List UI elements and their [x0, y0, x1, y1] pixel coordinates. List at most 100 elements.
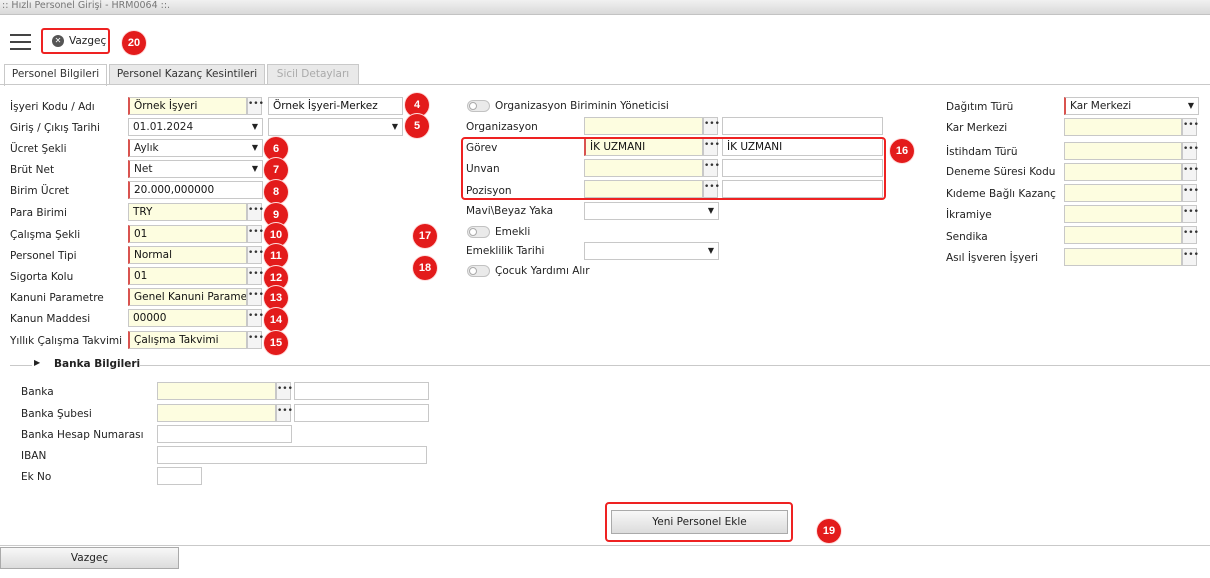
hesap-no-label: Banka Hesap Numarası: [21, 429, 144, 441]
personel-tipi-lookup-button[interactable]: •••: [247, 246, 264, 264]
calisma-sekli-input[interactable]: 01: [128, 225, 247, 243]
badge-18: 18: [413, 256, 437, 280]
pozisyon-label: Pozisyon: [466, 185, 512, 197]
chevron-down-icon: ▼: [707, 206, 714, 215]
yillik-takvim-lookup-button[interactable]: •••: [247, 331, 264, 349]
calisma-sekli-label: Çalışma Şekli: [10, 229, 81, 241]
giris-date-picker[interactable]: 01.01.2024 ▼: [128, 118, 263, 136]
gorev-input[interactable]: İK UZMANI: [584, 138, 703, 156]
banka-subesi-lookup-button[interactable]: •••: [276, 404, 293, 422]
org-yonetici-toggle[interactable]: [467, 100, 490, 112]
footer-bar: [0, 545, 1210, 578]
kar-merkezi-input[interactable]: [1064, 118, 1182, 136]
sigorta-kolu-lookup-button[interactable]: •••: [247, 267, 264, 285]
organizasyon-label: Organizasyon: [466, 121, 538, 133]
gorev-lookup-button[interactable]: •••: [703, 138, 720, 156]
hamburger-menu-icon[interactable]: [10, 34, 31, 50]
ek-no-label: Ek No: [21, 471, 52, 483]
brut-net-value: Net: [134, 163, 153, 175]
kanun-maddesi-input[interactable]: 00000: [128, 309, 247, 327]
tab-personel-bilgileri[interactable]: Personel Bilgileri: [4, 64, 107, 86]
emeklilik-tarihi-picker[interactable]: ▼: [584, 242, 719, 260]
banka-subesi-input[interactable]: [157, 404, 276, 422]
birim-ucret-input[interactable]: 20.000,000000: [128, 181, 263, 199]
isyeri-name-field: Örnek İşyeri-Merkez: [268, 97, 403, 115]
cikis-date-picker[interactable]: ▼: [268, 118, 403, 136]
yillik-takvim-input[interactable]: Çalışma Takvimi: [128, 331, 247, 349]
asil-isveren-input[interactable]: [1064, 248, 1182, 266]
unvan-label: Unvan: [466, 163, 500, 175]
banka-lookup-button[interactable]: •••: [276, 382, 293, 400]
badge-8: 8: [264, 180, 288, 204]
chevron-down-icon: ▼: [251, 164, 258, 173]
ucret-sekli-value: Aylık: [134, 142, 159, 154]
ikramiye-input[interactable]: [1064, 205, 1182, 223]
dagitim-select[interactable]: Kar Merkezi ▼: [1064, 97, 1199, 115]
add-personel-button[interactable]: Yeni Personel Ekle: [611, 510, 788, 534]
sendika-label: Sendika: [946, 231, 988, 243]
istihdam-input[interactable]: [1064, 142, 1182, 160]
yillik-takvim-label: Yıllık Çalışma Takvimi: [10, 335, 123, 347]
section-divider-left: [10, 365, 32, 366]
deneme-lookup-button[interactable]: •••: [1182, 163, 1199, 181]
para-birimi-input[interactable]: TRY: [128, 203, 247, 221]
badge-17: 17: [413, 224, 437, 248]
kar-merkezi-lookup-button[interactable]: •••: [1182, 118, 1199, 136]
sendika-lookup-button[interactable]: •••: [1182, 226, 1199, 244]
ucret-sekli-label: Ücret Şekli: [10, 143, 67, 155]
istihdam-lookup-button[interactable]: •••: [1182, 142, 1199, 160]
ikramiye-label: İkramiye: [946, 209, 992, 221]
kanuni-parametre-label: Kanuni Parametre: [10, 292, 104, 304]
ucret-sekli-select[interactable]: Aylık ▼: [128, 139, 263, 157]
isyeri-lookup-button[interactable]: •••: [247, 97, 264, 115]
emekli-toggle[interactable]: [467, 226, 490, 238]
organizasyon-lookup-button[interactable]: •••: [703, 117, 720, 135]
kideme-input[interactable]: [1064, 184, 1182, 202]
brut-net-select[interactable]: Net ▼: [128, 160, 263, 178]
collapse-triangle-icon[interactable]: ▶: [34, 358, 40, 367]
ikramiye-lookup-button[interactable]: •••: [1182, 205, 1199, 223]
banka-input[interactable]: [157, 382, 276, 400]
sendika-input[interactable]: [1064, 226, 1182, 244]
kideme-label: Kıdeme Bağlı Kazanç: [946, 188, 1056, 200]
ek-no-input[interactable]: [157, 467, 202, 485]
deneme-input[interactable]: [1064, 163, 1182, 181]
personel-tipi-label: Personel Tipi: [10, 250, 77, 262]
unvan-lookup-button[interactable]: •••: [703, 159, 720, 177]
tab-sicil-detaylari: Sicil Detayları: [267, 64, 359, 85]
sigorta-kolu-input[interactable]: 01: [128, 267, 247, 285]
iban-input[interactable]: [157, 446, 427, 464]
gorev-label: Görev: [466, 142, 498, 154]
cocuk-yardimi-toggle[interactable]: [467, 265, 490, 277]
para-birimi-lookup-button[interactable]: •••: [247, 203, 264, 221]
organizasyon-name-field: [722, 117, 883, 135]
hesap-no-input[interactable]: [157, 425, 292, 443]
badge-11: 11: [264, 244, 288, 268]
unvan-input[interactable]: [584, 159, 703, 177]
kanun-maddesi-lookup-button[interactable]: •••: [247, 309, 264, 327]
personel-tipi-input[interactable]: Normal: [128, 246, 247, 264]
pozisyon-input[interactable]: [584, 180, 703, 198]
giris-date-value: 01.01.2024: [133, 121, 194, 133]
dagitim-label: Dağıtım Türü: [946, 101, 1014, 113]
tab-personel-kazanc-kesintileri[interactable]: Personel Kazanç Kesintileri: [109, 64, 265, 85]
kanuni-parametre-input[interactable]: Genel Kanuni Parametre: [128, 288, 247, 306]
isyeri-code-input[interactable]: Örnek İşyeri: [128, 97, 247, 115]
giris-label: Giriş / Çıkış Tarihi: [10, 122, 100, 134]
badge-5: 5: [405, 114, 429, 138]
footer-cancel-button[interactable]: Vazgeç: [0, 547, 179, 569]
cancel-button[interactable]: ✕ Vazgeç: [41, 28, 110, 54]
organizasyon-input[interactable]: [584, 117, 703, 135]
tab-divider: [0, 84, 1210, 85]
banka-name-field: [294, 382, 429, 400]
cancel-button-label: Vazgeç: [69, 35, 107, 47]
badge-14: 14: [264, 308, 288, 332]
mavi-beyaz-select[interactable]: ▼: [584, 202, 719, 220]
badge-20: 20: [122, 31, 146, 55]
pozisyon-lookup-button[interactable]: •••: [703, 180, 720, 198]
asil-isveren-label: Asıl İşveren İşyeri: [946, 252, 1039, 264]
calisma-sekli-lookup-button[interactable]: •••: [247, 225, 264, 243]
kanuni-parametre-lookup-button[interactable]: •••: [247, 288, 264, 306]
kideme-lookup-button[interactable]: •••: [1182, 184, 1199, 202]
asil-isveren-lookup-button[interactable]: •••: [1182, 248, 1199, 266]
